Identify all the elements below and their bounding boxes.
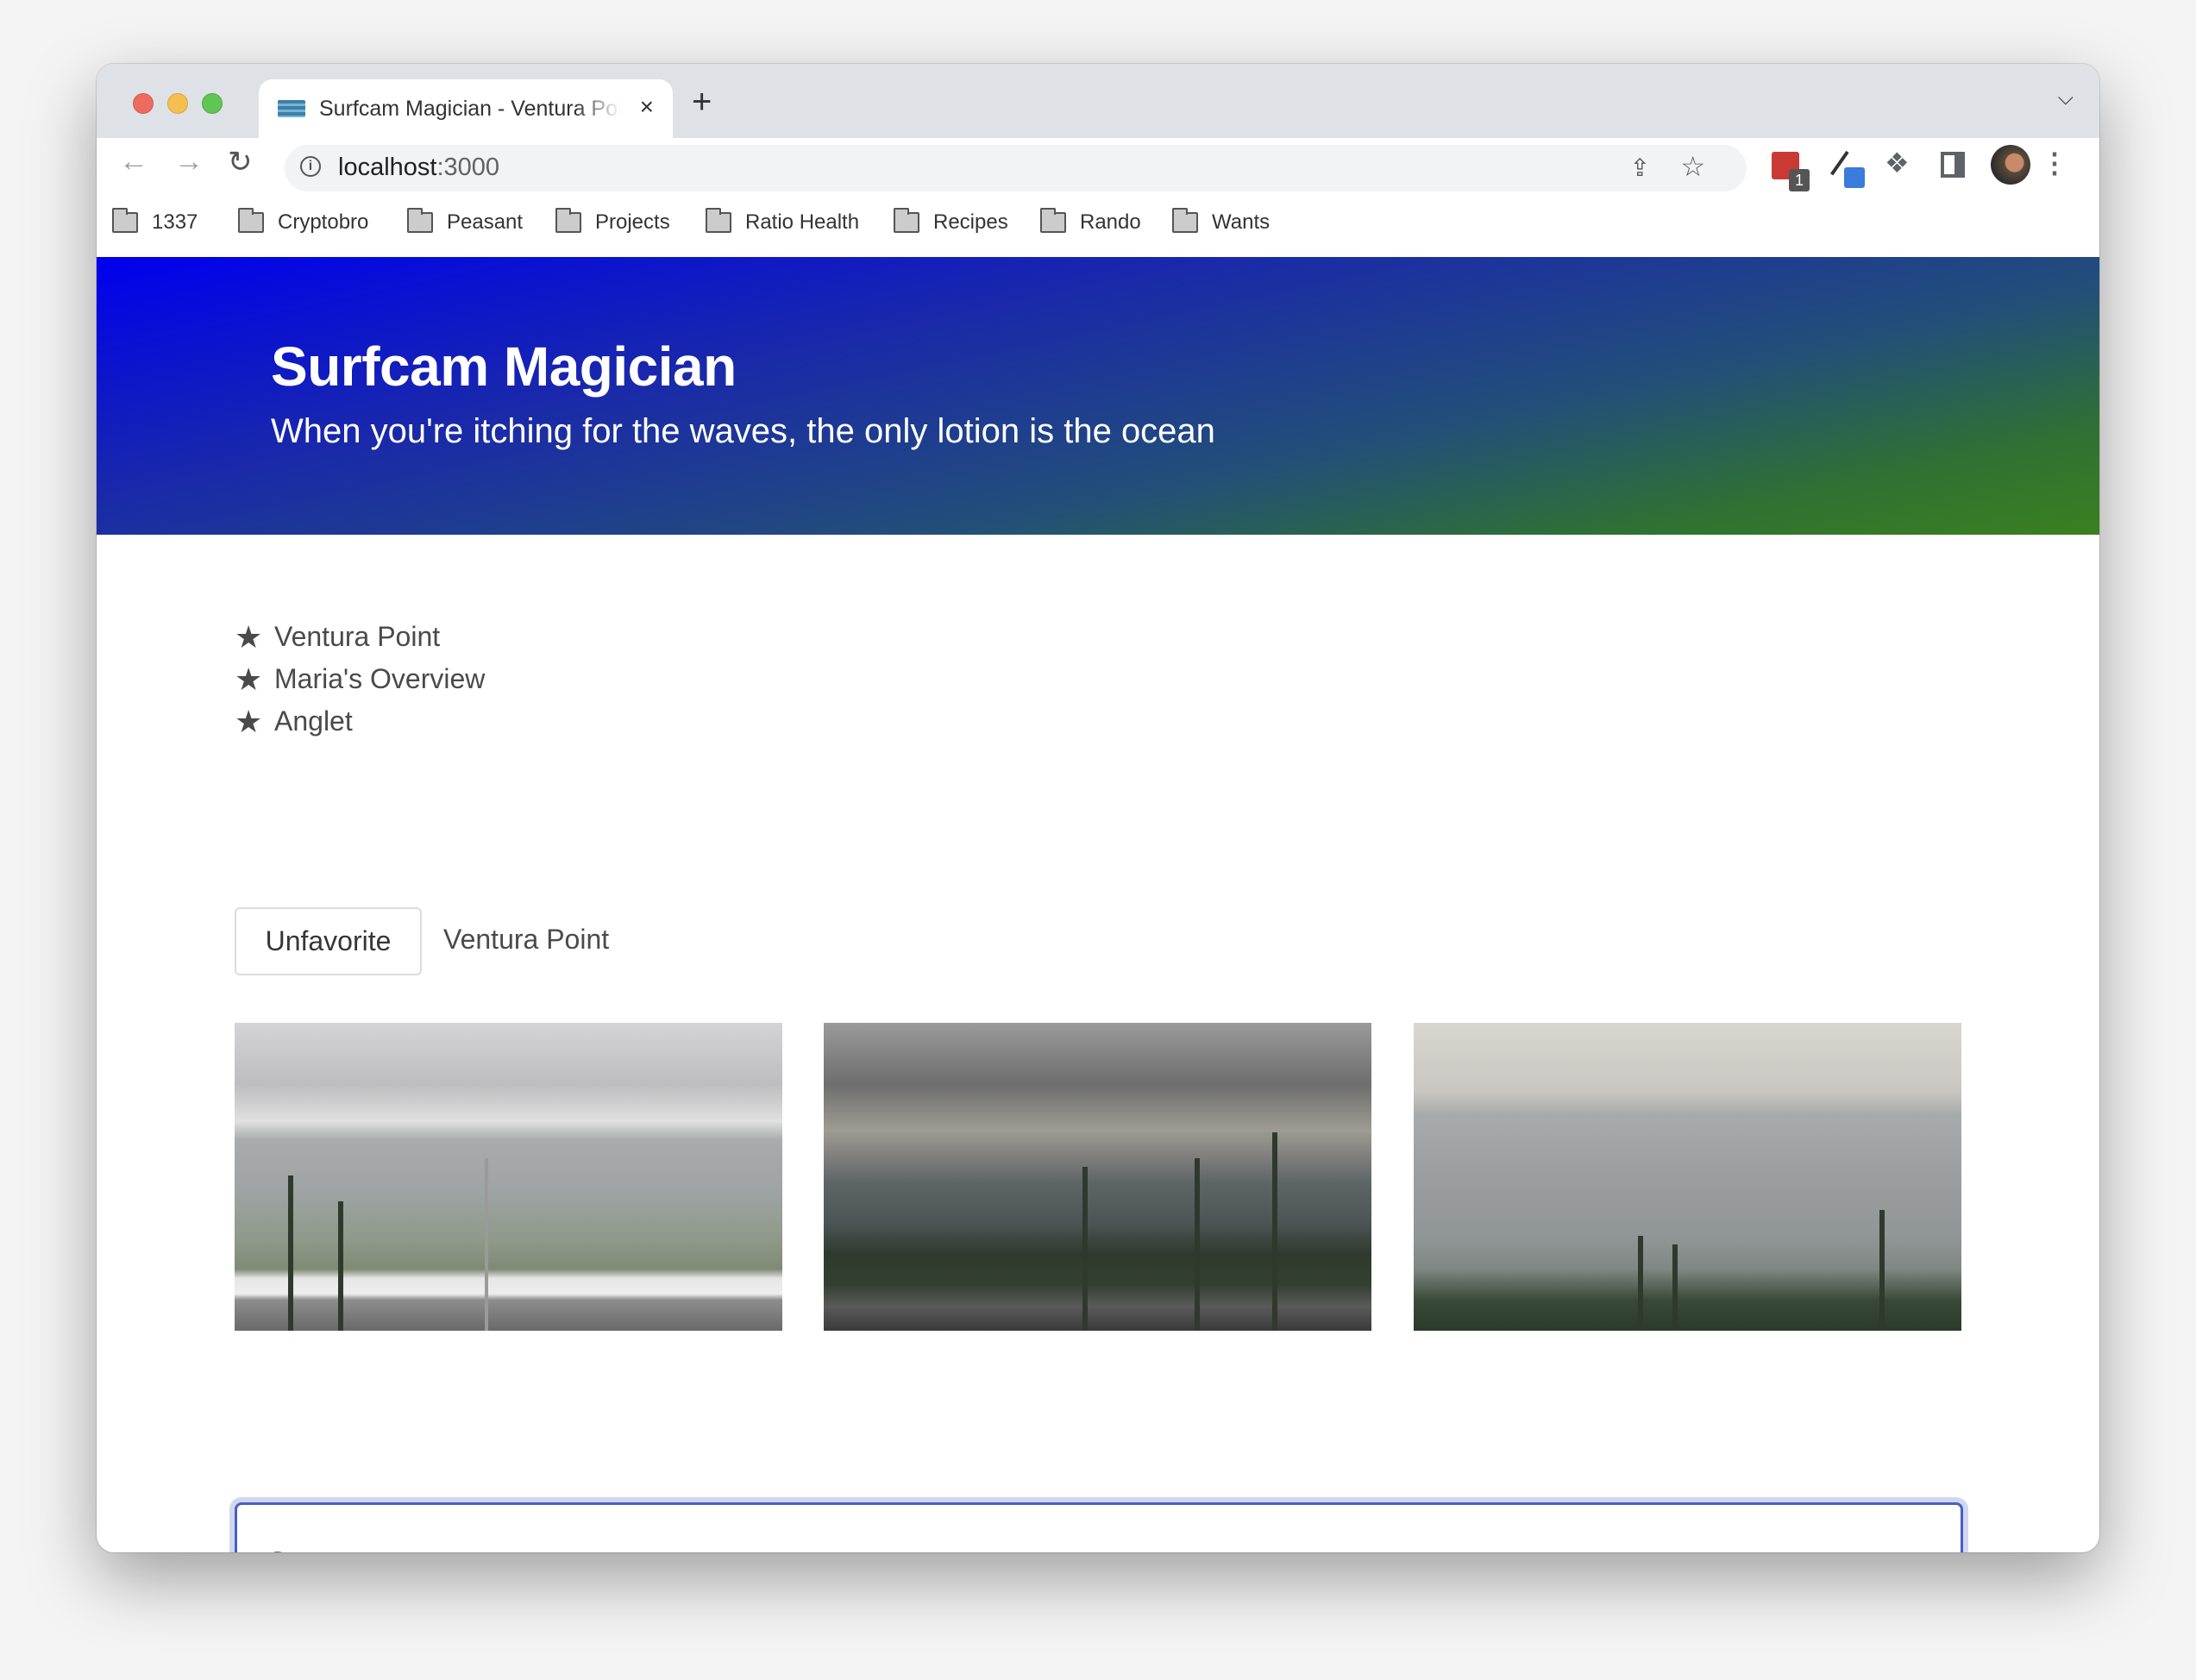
bookmark-folder[interactable]: Rando [1040,208,1141,235]
favorite-label[interactable]: Anglet [274,705,353,737]
tab-search-chevron-icon[interactable]: ⌵ [2058,86,2074,110]
folder-icon [894,208,919,233]
share-icon[interactable]: ⇪ [1630,154,1650,182]
page-subtitle: When you're itching for the waves, the o… [271,412,1215,450]
star-icon: ★ [235,703,263,739]
profile-avatar[interactable] [1991,145,2030,185]
bookmark-folder[interactable]: Ratio Health [706,208,860,235]
palm-tree [1082,1167,1088,1331]
palm-tree [1638,1236,1643,1331]
folder-icon [1172,208,1198,233]
favorite-item[interactable]: ★ Anglet [235,700,485,743]
palm-tree [338,1201,343,1331]
hero-banner: Surfcam Magician When you're itching for… [97,257,2099,535]
palm-tree [288,1175,293,1331]
bookmark-label: Cryptobro [278,210,369,234]
star-icon: ★ [235,618,263,655]
star-icon: ★ [235,661,263,697]
browser-window: Surfcam Magician - Ventura Point × + ⌵ ←… [97,64,2099,1552]
favorite-label[interactable]: Maria's Overview [274,663,485,695]
url-host: localhost [338,154,437,181]
url-text[interactable]: localhost:3000 [338,154,499,182]
bookmarks-bar: 1337 Cryptobro Peasant Projects Ratio He… [97,191,2099,258]
surfcam-image [235,1023,782,1331]
bookmark-label: Wants [1212,210,1271,234]
site-info-icon[interactable]: i [300,156,321,177]
menu-kebab-icon[interactable]: ⋮ [2041,147,2068,179]
close-window-button[interactable] [133,93,154,114]
palm-tree [1272,1132,1277,1331]
bookmark-label: Rando [1080,210,1141,234]
surfcam-image [1414,1023,1961,1331]
folder-icon [706,208,731,233]
address-bar[interactable]: i localhost:3000 ⇪ ☆ [285,145,1747,191]
browser-tab-active[interactable]: Surfcam Magician - Ventura Point × [259,79,673,138]
folder-icon [1040,208,1066,233]
bookmark-folder[interactable]: 1337 [112,208,198,235]
folder-icon [238,208,264,233]
bookmark-star-icon[interactable]: ☆ [1680,150,1705,183]
folder-icon [112,208,138,233]
text-input-value: S [268,1546,286,1552]
bookmark-folder[interactable]: Projects [555,208,670,235]
back-arrow-icon[interactable]: ← [119,145,148,179]
bookmark-label: Recipes [933,210,1008,234]
reload-icon[interactable]: ↻ [228,145,253,179]
favorite-label[interactable]: Ventura Point [274,621,440,653]
new-tab-button[interactable]: + [692,83,712,122]
extensions-puzzle-icon[interactable]: ❖ [1885,147,1910,179]
folder-icon [407,208,433,233]
favorites-list: ★ Ventura Point ★ Maria's Overview ★ Anglet [235,616,485,743]
palm-tree [1672,1244,1678,1331]
url-port: :3000 [436,154,500,181]
bookmark-label: Ratio Health [745,210,860,234]
text-input[interactable]: S [235,1502,1963,1552]
light-pole [485,1158,488,1331]
minimize-window-button[interactable] [167,93,188,114]
cam-name: Ventura Point [443,924,610,955]
maximize-window-button[interactable] [202,93,223,114]
extension-badge: 1 [1789,169,1810,191]
favorite-item[interactable]: ★ Ventura Point [235,616,485,658]
color-picker-extension-icon[interactable] [1830,150,1868,190]
tab-bar: Surfcam Magician - Ventura Point × + ⌵ [97,64,2099,138]
palm-tree [1879,1210,1885,1331]
color-swatch [1844,167,1865,188]
side-panel-icon[interactable] [1941,152,1965,178]
tab-title: Surfcam Magician - Ventura Point [319,97,621,121]
bookmark-label: Projects [595,210,670,234]
lastpass-extension-icon[interactable]: 1 [1772,152,1810,191]
palm-tree [1195,1158,1200,1331]
page-title: Surfcam Magician [271,335,737,398]
wave-icon [278,100,305,117]
browser-toolbar: ← → ↻ i localhost:3000 ⇪ ☆ 1 ❖ ⋮ [97,138,2099,191]
surfcam-image [824,1023,1371,1331]
bookmark-folder[interactable]: Recipes [894,208,1008,235]
bookmark-label: 1337 [152,210,198,234]
bookmark-folder[interactable]: Cryptobro [238,208,369,235]
bookmark-label: Peasant [447,210,524,234]
bookmark-folder[interactable]: Wants [1172,208,1271,235]
folder-icon [555,208,581,233]
close-tab-icon[interactable]: × [640,93,654,121]
bookmark-folder[interactable]: Peasant [407,208,524,235]
forward-arrow-icon[interactable]: → [174,145,204,179]
favorite-item[interactable]: ★ Maria's Overview [235,658,485,700]
unfavorite-button[interactable]: Unfavorite [235,907,422,975]
